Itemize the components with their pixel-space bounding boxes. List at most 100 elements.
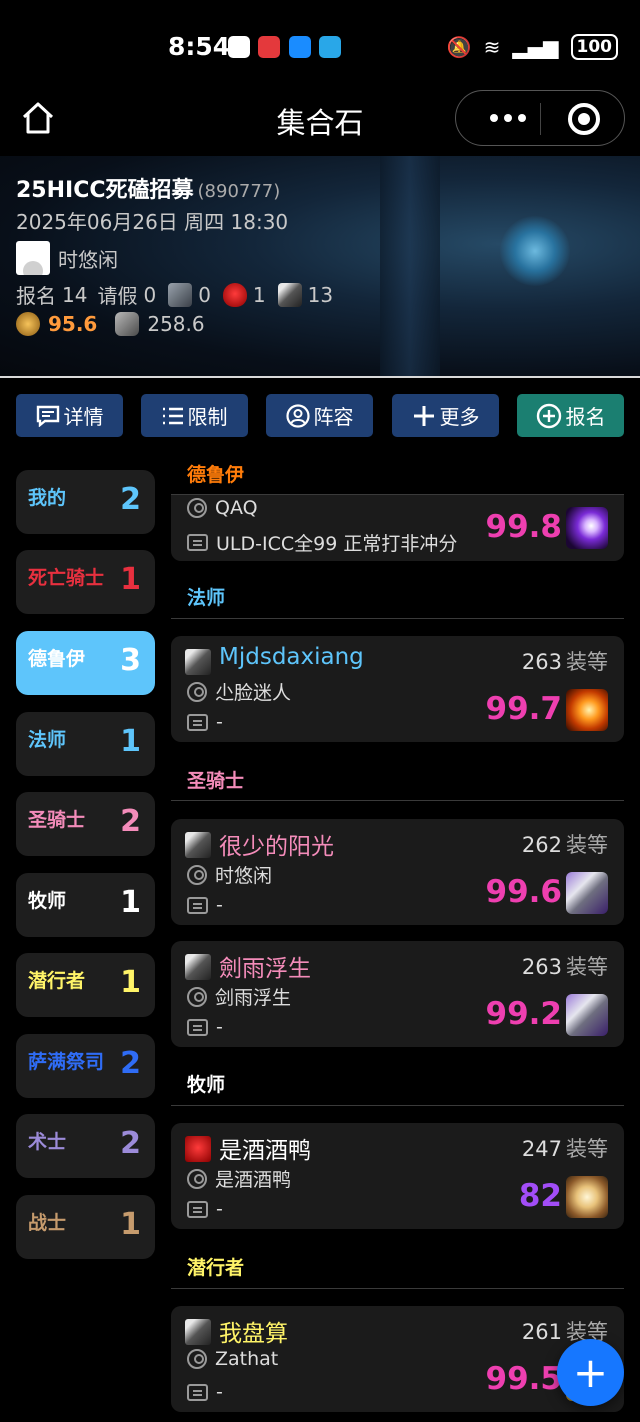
leave-count: 0 <box>143 282 157 307</box>
battery-icon: 100 <box>570 34 618 60</box>
lineup-button[interactable]: 阵容 <box>266 394 373 437</box>
member-card[interactable]: Mjdsdaxiang 263 装等 尐脸迷人 - 99.7 <box>171 636 624 742</box>
raid-header: 25HICC死磕招募 (890777) 2025年06月26日 周四 18:30 … <box>0 156 640 376</box>
more-button[interactable]: 更多 <box>392 394 499 437</box>
member-itemlevel: 263 装等 <box>522 646 608 676</box>
miniprogram-capsule <box>455 90 625 146</box>
sidebar-item-warlock[interactable]: 术士 2 <box>16 1114 155 1178</box>
sidebar-item-paladin[interactable]: 圣骑士 2 <box>16 792 155 856</box>
section-divider <box>171 618 624 619</box>
sidebar-item-death-knight[interactable]: 死亡骑士 1 <box>16 550 155 614</box>
dps-role-icon <box>185 832 211 858</box>
user-icon <box>285 403 310 428</box>
gearscore-average: 95.6 <box>48 312 98 336</box>
member-player: 剑雨浮生 <box>215 987 292 1009</box>
member-card[interactable]: 很少的阳光 262 装等 时悠闲 - 99.6 <box>171 819 624 925</box>
gearscore-icon <box>16 312 40 336</box>
sidebar-item-label: 战士 <box>28 1212 67 1234</box>
sidebar-item-rogue[interactable]: 潜行者 1 <box>16 953 155 1017</box>
member-comment-row: - <box>187 1381 223 1403</box>
itemlevel-value: 263 <box>521 650 562 674</box>
member-score: 82 <box>518 1178 562 1214</box>
section-divider <box>171 800 624 801</box>
signup-label: 报名 <box>16 284 56 308</box>
itemlevel-value: 263 <box>521 955 562 979</box>
comment-icon <box>187 713 208 731</box>
sidebar-item-label: 我的 <box>28 487 67 509</box>
sidebar-item-priest[interactable]: 牧师 1 <box>16 873 155 937</box>
member-itemlevel: 263 装等 <box>522 951 608 981</box>
member-card[interactable]: 是酒酒鸭 247 装等 是酒酒鸭 - 82 <box>171 1123 624 1229</box>
sidebar-item-mage[interactable]: 法师 1 <box>16 712 155 776</box>
user-icon <box>187 864 207 885</box>
user-icon <box>187 1168 207 1189</box>
member-comment: - <box>216 1381 223 1403</box>
status-time: 8:54 <box>168 32 231 61</box>
itemlevel-unit: 装等 <box>566 650 608 674</box>
dps-role-icon <box>185 954 211 980</box>
signal-icon: ▂▄▆ <box>512 35 559 59</box>
signup-button[interactable]: 报名 <box>517 394 624 437</box>
itemlevel-icon <box>115 312 140 336</box>
sidebar-item-label: 牧师 <box>28 890 67 912</box>
header-divider <box>0 376 640 378</box>
sidebar-item-count: 1 <box>120 885 141 920</box>
sidebar-item-shaman[interactable]: 萨满祭司 2 <box>16 1034 155 1098</box>
member-card[interactable]: 劍雨浮生 263 装等 剑雨浮生 - 99.2 <box>171 941 624 1047</box>
details-button[interactable]: 详情 <box>16 394 123 437</box>
member-card[interactable]: 我盘算 261 装等 Zathat - 99.5 <box>171 1306 624 1412</box>
leader-avatar <box>16 241 50 275</box>
sidebar-item-warrior[interactable]: 战士 1 <box>16 1195 155 1259</box>
raid-title: 25HICC死磕招募 <box>16 178 194 203</box>
lineup-label: 阵容 <box>313 405 354 429</box>
app-notification-icon <box>228 36 250 58</box>
raid-leader[interactable]: 时悠闲 <box>16 241 118 275</box>
comment-icon <box>187 1018 208 1036</box>
member-card[interactable]: QAQ ULD-ICC全99 正常打非冲分 99.8 <box>171 495 624 561</box>
wifi-icon: ≋ <box>483 35 501 59</box>
section-title-druid: 德鲁伊 <box>187 464 245 486</box>
limits-button[interactable]: 限制 <box>141 394 248 437</box>
raid-title-row: 25HICC死磕招募 (890777) <box>16 172 280 204</box>
member-itemlevel: 247 装等 <box>522 1133 608 1163</box>
section-divider <box>171 1288 624 1289</box>
section-divider <box>171 1105 624 1106</box>
app-notification-icon <box>319 36 341 58</box>
sidebar-item-count: 2 <box>120 482 141 517</box>
mute-icon: 🔕 <box>446 35 472 59</box>
sidebar-item-label: 德鲁伊 <box>28 648 86 670</box>
sidebar-item-label: 法师 <box>28 729 67 751</box>
fire-icon <box>566 689 608 731</box>
member-name: 劍雨浮生 <box>219 956 311 982</box>
section-title-paladin: 圣骑士 <box>187 770 245 792</box>
member-player-row: QAQ <box>187 497 258 519</box>
member-comment-row: - <box>187 894 223 916</box>
close-miniprogram-button[interactable] <box>568 103 600 135</box>
member-comment: - <box>216 1198 223 1220</box>
section-title-rogue: 潜行者 <box>187 1257 245 1279</box>
comment-icon <box>187 896 208 914</box>
section-title-mage: 法师 <box>187 587 226 609</box>
itemlevel-value: 262 <box>521 833 562 857</box>
user-icon <box>187 986 207 1007</box>
arcane-burst-icon <box>566 507 608 549</box>
plus-icon: + <box>572 1348 609 1397</box>
healer-count: 1 <box>252 282 266 307</box>
app-notification-icon <box>258 36 280 58</box>
plus-circle-icon <box>536 403 561 428</box>
itemlevel-unit: 装等 <box>566 1137 608 1161</box>
member-comment-row: - <box>187 711 223 733</box>
sidebar-item-mine[interactable]: 我的 2 <box>16 470 155 534</box>
action-bar: 详情 限制 阵容 更多 报名 <box>16 394 624 438</box>
sidebar-item-druid[interactable]: 德鲁伊 3 <box>16 631 155 695</box>
member-player: 是酒酒鸭 <box>215 1169 292 1191</box>
leave-label: 请假 <box>97 284 138 308</box>
add-fab-button[interactable]: + <box>557 1339 624 1406</box>
member-comment-row: ULD-ICC全99 正常打非冲分 <box>187 529 457 556</box>
shield-icon <box>566 1176 608 1218</box>
plus-icon <box>413 405 434 426</box>
member-player: QAQ <box>215 497 258 519</box>
comment-icon <box>187 1200 208 1218</box>
more-menu-button[interactable] <box>478 99 538 137</box>
member-comment: - <box>216 711 223 733</box>
